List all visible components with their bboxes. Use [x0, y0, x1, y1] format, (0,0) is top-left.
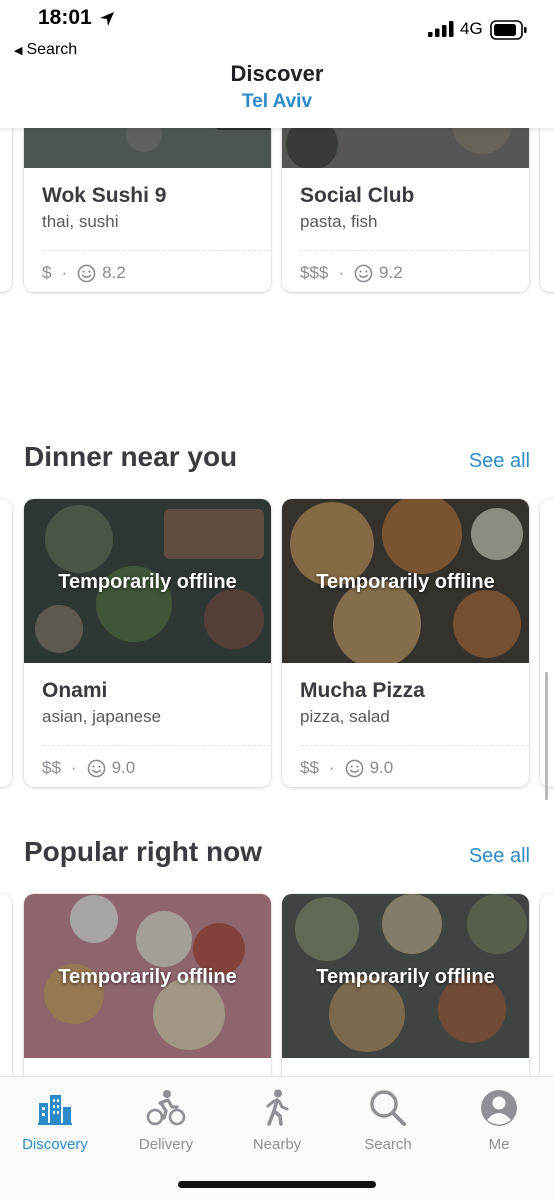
tab-me[interactable]: Me	[444, 1089, 554, 1153]
restaurant-card[interactable]: Temporarily offline Onami asian, japanes…	[24, 499, 271, 787]
price-level: $$$	[300, 263, 329, 282]
rating-value: 9.2	[379, 263, 403, 282]
separator-dot: ·	[328, 758, 335, 777]
city-selector[interactable]: Tel Aviv	[0, 91, 554, 113]
restaurant-card[interactable]: Temporarily offline Social Club pasta, f…	[282, 128, 529, 292]
card-divider	[42, 745, 271, 746]
restaurant-card-partial[interactable]	[0, 499, 12, 787]
discovery-icon	[0, 1089, 110, 1127]
offline-label: Temporarily offline	[58, 571, 237, 593]
back-triangle-icon: ◀	[14, 44, 23, 57]
rating-value: 9.0	[369, 758, 394, 777]
tab-label: Delivery	[138, 1136, 194, 1153]
restaurant-card-partial[interactable]	[0, 128, 12, 292]
header-divider	[0, 128, 554, 134]
separator-dot: ·	[338, 263, 345, 282]
tab-label: Nearby	[252, 1136, 302, 1153]
tab-nearby[interactable]: Nearby	[222, 1089, 332, 1153]
tab-label: Discovery	[22, 1136, 88, 1153]
tab-delivery[interactable]: Delivery	[111, 1089, 221, 1153]
status-time: 18:01	[38, 6, 92, 29]
restaurant-meta: $$ · 9.0	[300, 758, 393, 778]
restaurant-photo: Temporarily offline	[282, 894, 529, 1058]
card-divider	[300, 250, 529, 251]
restaurant-name: Mucha Pizza	[300, 679, 425, 702]
restaurant-card-partial[interactable]	[0, 894, 12, 1076]
restaurant-categories: thai, sushi	[42, 212, 119, 231]
offline-label: Temporarily offline	[58, 966, 237, 988]
battery-icon	[490, 20, 527, 40]
restaurant-name: Social Club	[300, 184, 415, 207]
walking-icon	[222, 1089, 332, 1127]
tab-search[interactable]: Search	[333, 1089, 443, 1153]
restaurant-meta: $ · 8.2	[42, 263, 126, 283]
restaurant-card[interactable]: Temporarily offline	[24, 894, 271, 1076]
restaurant-card-partial[interactable]	[540, 894, 554, 1076]
restaurant-name: Wok Sushi 9	[42, 184, 167, 207]
separator-dot: ·	[70, 758, 77, 777]
rating-value: 9.0	[111, 758, 136, 777]
restaurant-meta: $$$ · 9.2	[300, 263, 403, 283]
restaurant-card[interactable]: Temporarily offline Mucha Pizza pizza, s…	[282, 499, 529, 787]
smiley-rating-icon	[354, 264, 373, 282]
restaurant-photo: Temporarily offline	[282, 128, 529, 168]
profile-icon	[444, 1089, 554, 1127]
rating-value: 8.2	[102, 263, 126, 282]
scroll-indicator	[545, 672, 548, 800]
card-divider	[42, 250, 271, 251]
see-all-popular-link[interactable]: See all	[469, 845, 530, 868]
card-divider	[300, 745, 529, 746]
price-level: $	[42, 263, 52, 282]
page-title: Discover	[230, 61, 324, 86]
tab-label: Me	[488, 1136, 510, 1153]
discover-feed[interactable]: Temporarily offline Wok Sushi 9 thai, su…	[0, 128, 554, 1076]
cellular-signal-icon	[428, 21, 454, 37]
section-title-dinner: Dinner near you	[24, 441, 238, 472]
bicycle-icon	[111, 1089, 221, 1127]
restaurant-card[interactable]: Temporarily offline	[282, 894, 529, 1076]
restaurant-categories: pasta, fish	[300, 212, 378, 231]
back-label: Search	[26, 41, 78, 58]
restaurant-photo: Temporarily offline	[24, 894, 271, 1058]
home-indicator	[178, 1181, 376, 1188]
price-level: $$	[300, 758, 319, 777]
offline-label: Temporarily offline	[316, 571, 495, 593]
offline-label: Temporarily offline	[316, 966, 495, 988]
smiley-rating-icon	[345, 759, 363, 777]
back-to-search-link[interactable]: ◀ Search	[14, 41, 77, 59]
section-title-popular: Popular right now	[24, 836, 262, 867]
restaurant-name: Onami	[42, 679, 108, 702]
restaurant-card[interactable]: Temporarily offline Wok Sushi 9 thai, su…	[24, 128, 271, 292]
location-arrow-icon	[100, 12, 114, 26]
see-all-dinner-link[interactable]: See all	[469, 450, 530, 473]
tab-discovery[interactable]: Discovery	[0, 1089, 110, 1153]
restaurant-photo: Temporarily offline	[24, 128, 271, 168]
restaurant-meta: $$ · 9.0	[42, 758, 135, 778]
smiley-rating-icon	[87, 759, 105, 777]
price-level: $$	[42, 758, 61, 777]
search-icon	[333, 1089, 443, 1127]
restaurant-photo: Temporarily offline	[282, 499, 529, 663]
restaurant-categories: pizza, salad	[300, 707, 390, 726]
smiley-rating-icon	[77, 264, 96, 282]
network-type: 4G	[460, 19, 483, 38]
tab-label: Search	[364, 1136, 412, 1153]
restaurant-card-partial[interactable]	[540, 128, 554, 292]
restaurant-categories: asian, japanese	[42, 707, 162, 726]
status-bar: 18:01 ◀ Search 4G	[0, 0, 554, 64]
restaurant-photo: Temporarily offline	[24, 499, 271, 663]
separator-dot: ·	[61, 263, 68, 282]
